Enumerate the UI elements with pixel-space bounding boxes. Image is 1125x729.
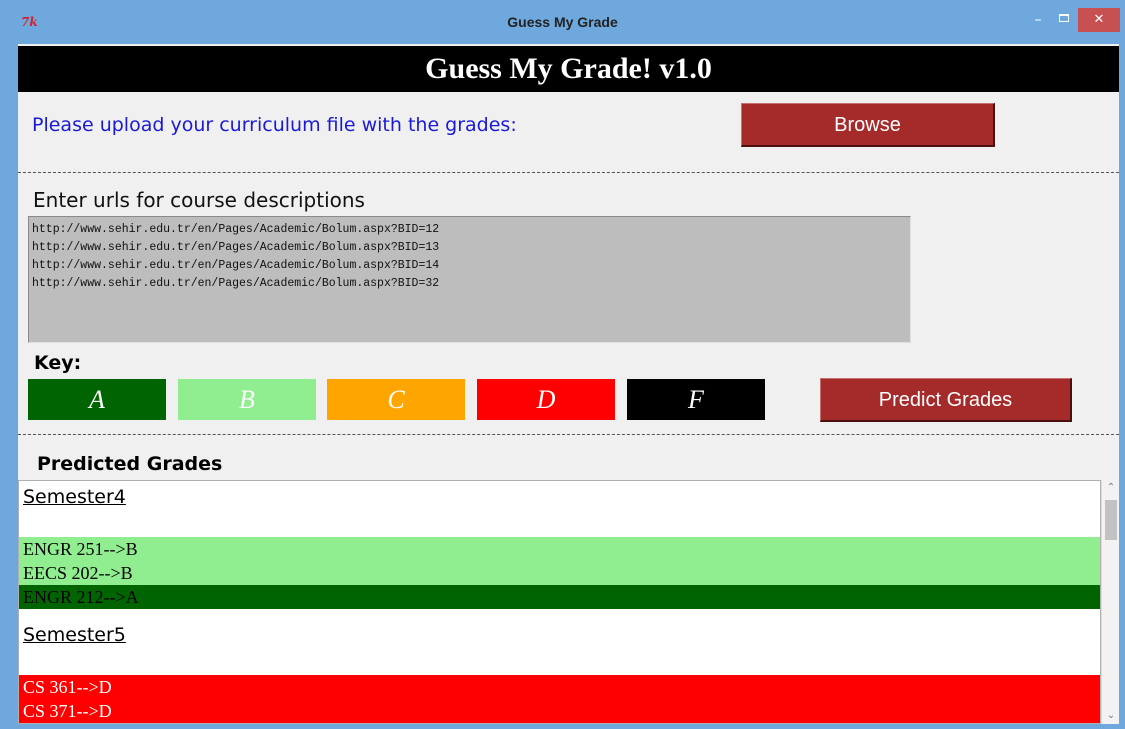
predicted-grades-label: Predicted Grades bbox=[37, 453, 223, 475]
semester-heading: Semester5 bbox=[23, 624, 126, 646]
client-area: Guess My Grade! v1.0 Please upload your … bbox=[18, 44, 1119, 724]
maximize-icon bbox=[1059, 14, 1069, 22]
course-grade-row: CS 371-->D bbox=[19, 699, 1100, 723]
predicted-grades-list[interactable]: Semester4 ENGR 251-->B EECS 202-->B ENGR 21… bbox=[18, 480, 1101, 724]
course-grade-row: ENGR 251-->B bbox=[19, 537, 1100, 561]
semester-heading: Semester4 bbox=[23, 486, 126, 508]
minimize-button[interactable]: – bbox=[1025, 8, 1051, 32]
app-banner-title: Guess My Grade! v1.0 bbox=[18, 46, 1119, 92]
title-bar[interactable]: 7k Guess My Grade – ✕ bbox=[0, 0, 1125, 44]
maximize-button[interactable] bbox=[1051, 8, 1077, 32]
course-grade-row: ENGR 212-->A bbox=[19, 585, 1100, 609]
key-label: Key: bbox=[34, 352, 82, 374]
urls-textarea[interactable]: http://www.sehir.edu.tr/en/Pages/Academi… bbox=[28, 216, 911, 343]
window-title: Guess My Grade bbox=[507, 14, 618, 30]
scroll-thumb[interactable] bbox=[1105, 500, 1117, 540]
course-grade-row: EECS 202-->B bbox=[19, 561, 1100, 585]
course-grade-row: CS 361-->D bbox=[19, 675, 1100, 699]
separator bbox=[18, 172, 1119, 173]
separator bbox=[18, 434, 1119, 435]
browse-button[interactable]: Browse bbox=[741, 103, 995, 147]
key-grade-c: C bbox=[327, 379, 465, 420]
predict-grades-button[interactable]: Predict Grades bbox=[820, 378, 1072, 422]
close-button[interactable]: ✕ bbox=[1078, 8, 1120, 32]
scroll-down-arrow-icon[interactable]: ⌄ bbox=[1102, 708, 1119, 724]
scroll-up-arrow-icon[interactable]: ⌃ bbox=[1102, 480, 1119, 496]
upload-label: Please upload your curriculum file with … bbox=[32, 114, 517, 136]
key-grade-b: B bbox=[178, 379, 316, 420]
key-grade-d: D bbox=[477, 379, 615, 420]
results-scrollbar[interactable]: ⌃ ⌄ bbox=[1101, 480, 1119, 724]
app-window: 7k Guess My Grade – ✕ Guess My Grade! v1… bbox=[0, 0, 1125, 729]
key-grade-f: F bbox=[627, 379, 765, 420]
urls-label: Enter urls for course descriptions bbox=[33, 188, 365, 212]
key-grade-a: A bbox=[28, 379, 166, 420]
